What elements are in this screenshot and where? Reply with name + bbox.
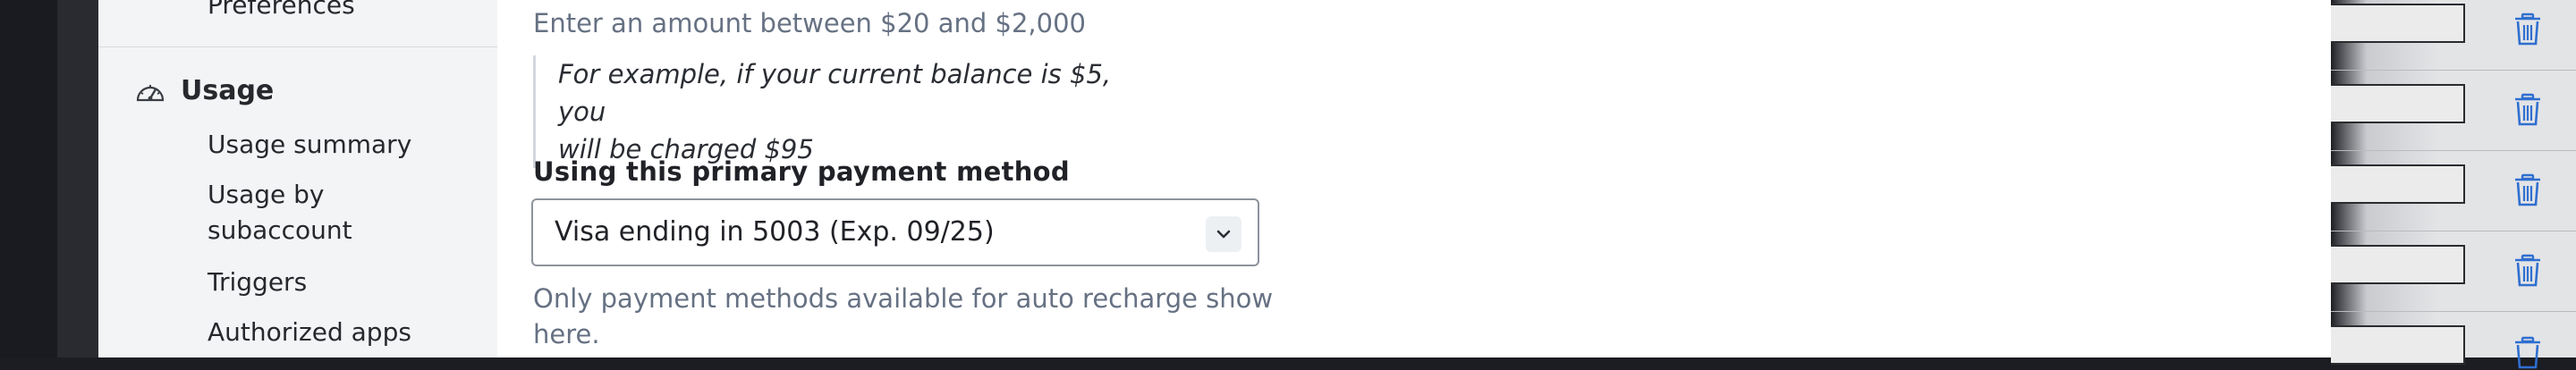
amount-cell-input[interactable] — [2331, 325, 2465, 365]
backdrop-edge — [57, 0, 98, 357]
chevron-down-icon[interactable] — [1206, 216, 1241, 252]
amount-cell-input[interactable] — [2331, 164, 2465, 204]
payment-method-note: Only payment methods available for auto … — [533, 281, 1273, 352]
payment-method-value: Visa ending in 5003 (Exp. 09/25) — [555, 216, 995, 248]
sidebar-item-label: subaccount — [208, 215, 352, 245]
sidebar-item-preferences[interactable]: Preferences — [208, 0, 355, 23]
sidebar-item-triggers[interactable]: Triggers — [208, 265, 307, 300]
sidebar-section-label: Usage — [181, 75, 275, 106]
auto-recharge-form: Enter an amount between $20 and $2,000 F… — [497, 0, 2331, 357]
sidebar-divider — [98, 46, 497, 47]
trash-icon[interactable] — [2512, 93, 2543, 127]
amount-cell-input[interactable] — [2331, 245, 2465, 284]
row-divider — [2331, 150, 2576, 151]
example-note-line: For example, if your current balance is … — [558, 59, 1112, 127]
example-note: For example, if your current balance is … — [533, 55, 1131, 168]
payment-note-line: here. — [533, 319, 600, 349]
sidebar-nav: Preferences Usage Usage summary Usage by… — [98, 0, 498, 357]
row-divider — [2331, 311, 2576, 312]
sidebar-section-usage: Usage — [134, 75, 274, 106]
trash-icon[interactable] — [2512, 254, 2543, 288]
sidebar-item-usage-by-subaccount[interactable]: Usage by subaccount — [208, 177, 352, 248]
sidebar-item-authorized-apps[interactable]: Authorized apps — [208, 315, 411, 350]
amount-hint: Enter an amount between $20 and $2,000 — [533, 8, 1086, 38]
sidebar-item-usage-summary[interactable]: Usage summary — [208, 127, 411, 163]
trash-icon[interactable] — [2512, 173, 2543, 207]
payment-method-label: Using this primary payment method — [533, 156, 1070, 187]
sidebar-item-label: Usage by — [208, 180, 325, 209]
row-divider — [2331, 70, 2576, 71]
trash-icon[interactable] — [2512, 336, 2543, 370]
payment-method-select[interactable]: Visa ending in 5003 (Exp. 09/25) — [531, 198, 1259, 266]
amount-cell-input[interactable] — [2331, 84, 2465, 123]
payment-note-line: Only payment methods available for auto … — [533, 283, 1274, 314]
background-table — [2331, 0, 2576, 369]
backdrop-overlay — [0, 0, 63, 357]
gauge-icon — [136, 84, 165, 101]
amount-cell-input[interactable] — [2331, 4, 2465, 43]
trash-icon[interactable] — [2512, 13, 2543, 46]
